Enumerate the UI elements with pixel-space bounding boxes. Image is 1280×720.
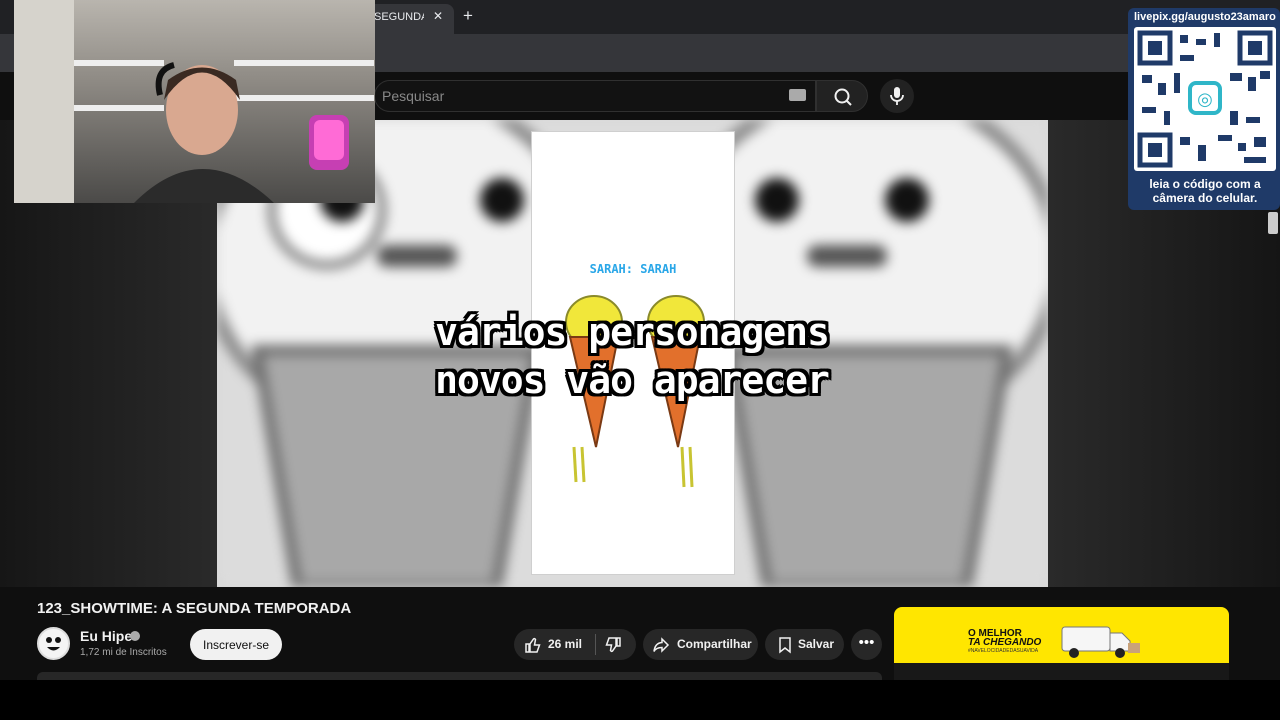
tab-close-button[interactable]: ✕ bbox=[433, 9, 443, 23]
like-button[interactable] bbox=[524, 636, 542, 659]
video-subtitle: vários personagens novos vão aparecer bbox=[300, 308, 964, 404]
thumbs-up-icon bbox=[525, 637, 541, 653]
svg-text:◎: ◎ bbox=[1197, 89, 1213, 110]
new-tab-button[interactable]: + bbox=[463, 6, 473, 26]
qr-caption: leia o código com a câmera do celular. bbox=[1149, 177, 1261, 205]
bookmark-icon bbox=[776, 636, 794, 659]
description-box[interactable] bbox=[37, 672, 882, 680]
webcam-person-image bbox=[14, 0, 374, 203]
ad-banner[interactable] bbox=[894, 607, 1229, 663]
like-count[interactable]: 26 mil bbox=[548, 637, 582, 651]
voice-search-button[interactable] bbox=[880, 79, 914, 113]
search-button[interactable] bbox=[816, 80, 868, 112]
avatar-face-icon bbox=[46, 637, 61, 651]
video-title: 123_SHOWTIME: A SEGUNDA TEMPORADA bbox=[37, 600, 352, 617]
more-actions-button[interactable]: ••• bbox=[851, 629, 882, 660]
video-inner-caption: SARAH: SARAH bbox=[589, 262, 677, 276]
ad-info-strip bbox=[894, 663, 1229, 680]
qr-code: ◎ bbox=[1134, 27, 1276, 171]
search-input[interactable] bbox=[382, 86, 772, 106]
share-label[interactable]: Compartilhar bbox=[677, 637, 752, 651]
share-icon bbox=[652, 636, 670, 659]
thumbs-down-icon bbox=[605, 637, 621, 653]
search-icon bbox=[834, 88, 852, 106]
ad-subheadline: TA CHEGANDO bbox=[968, 637, 1042, 648]
subscriber-count: 1,72 mi de Inscritos bbox=[80, 647, 167, 658]
scrollbar-thumb[interactable] bbox=[1268, 212, 1278, 234]
tab-title: SEGUNDA T bbox=[374, 11, 424, 23]
dislike-button[interactable] bbox=[604, 636, 622, 659]
ad-hashtag: #NAVELOCIDADEDASUAVIDA bbox=[968, 648, 1039, 654]
save-label[interactable]: Salvar bbox=[798, 637, 834, 651]
qr-url: livepix.gg/augusto23amaro bbox=[1134, 11, 1276, 23]
subscribe-button[interactable]: Inscrever-se bbox=[190, 629, 282, 660]
verified-badge-icon bbox=[130, 631, 140, 641]
bottom-black-bar bbox=[0, 680, 1280, 720]
qr-code-pattern: ◎ bbox=[1137, 30, 1273, 168]
subtitle-line-2: novos vão aparecer bbox=[435, 358, 830, 402]
microphone-icon bbox=[890, 87, 904, 105]
channel-avatar[interactable] bbox=[37, 627, 70, 660]
channel-name[interactable]: Eu Hipe bbox=[80, 628, 132, 644]
webcam-overlay bbox=[14, 0, 375, 203]
delivery-truck-icon bbox=[1061, 626, 1140, 658]
keyboard-icon[interactable] bbox=[789, 89, 806, 101]
subtitle-line-1: vários personagens bbox=[435, 310, 830, 354]
like-divider bbox=[595, 634, 596, 655]
